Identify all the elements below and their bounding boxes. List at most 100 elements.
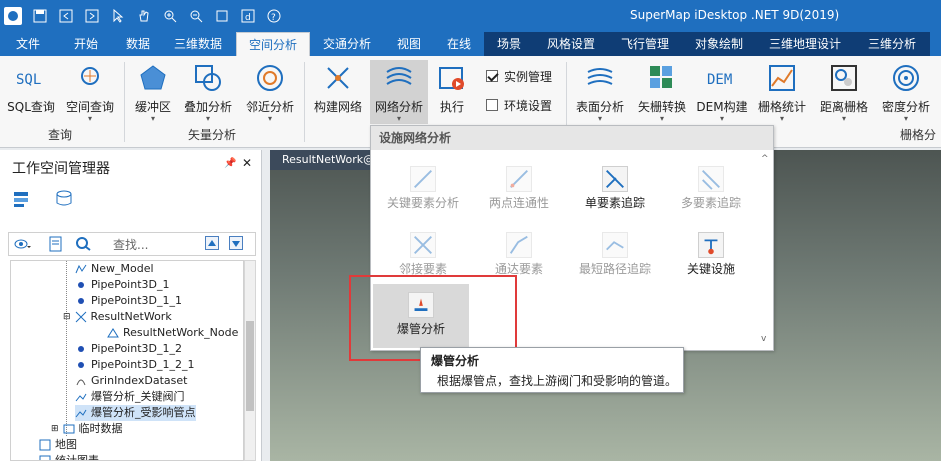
build-network-icon [327, 67, 349, 89]
tree-scrollbar[interactable] [244, 260, 256, 461]
point-dataset-icon [78, 282, 84, 288]
tab-flight[interactable]: 飞行管理 [608, 32, 682, 56]
tab-traffic-analysis[interactable]: 交通分析 [310, 32, 384, 56]
back-icon[interactable] [56, 6, 76, 26]
buffer-button[interactable]: 缓冲区 ▾ [130, 60, 176, 124]
tab-home[interactable]: 开始 [56, 32, 116, 56]
proximity-icon [257, 65, 283, 91]
workspace-tree: New_Model PipePoint3D_1 PipePoint3D_1_1 … [10, 260, 244, 461]
temp-data-icon [63, 424, 75, 434]
checkbox-checked-icon [486, 70, 498, 82]
tab-view[interactable]: 视图 [384, 32, 434, 56]
scrollbar-thumb[interactable] [246, 321, 254, 411]
pointer-icon[interactable] [108, 6, 128, 26]
collapse-icon[interactable]: ⊟ [63, 309, 71, 325]
tree-item[interactable]: PipePoint3D_1_2 [75, 341, 182, 357]
raster-statistics-button[interactable]: 栅格统计 ▾ [754, 60, 810, 124]
tab-style[interactable]: 风格设置 [534, 32, 608, 56]
window-title: SuperMap iDesktop .NET 9D(2019) [630, 8, 840, 22]
expand-icon[interactable]: ⊞ [51, 421, 59, 437]
tab-3d-design[interactable]: 三维地理设计 [756, 32, 854, 56]
chevron-down-icon: ▾ [659, 114, 664, 123]
zoom-out-icon[interactable] [186, 6, 206, 26]
network-analysis-icon [386, 67, 412, 85]
search-input[interactable]: 查找... [113, 236, 148, 253]
search-next-button[interactable] [229, 236, 243, 250]
pan-icon[interactable] [134, 6, 154, 26]
build-network-button[interactable]: 构建网络 [310, 60, 366, 124]
spatial-query-button[interactable]: 空间查询 ▾ [62, 60, 118, 124]
environment-settings-checkbox[interactable]: 环境设置 [486, 95, 552, 115]
proximity-analysis-button[interactable]: 邻近分析 ▾ [242, 60, 298, 124]
tree-item[interactable]: ⊟ ResultNetWork [63, 309, 172, 325]
shortest-path-icon [602, 232, 628, 258]
forward-icon[interactable] [82, 6, 102, 26]
layer-icon[interactable]: d [238, 6, 258, 26]
tree-item[interactable]: PipePoint3D_1 [75, 277, 169, 293]
dem-icon: DEM [707, 72, 732, 88]
database-icon[interactable] [54, 190, 74, 208]
distance-raster-button[interactable]: 距离栅格 ▾ [816, 60, 872, 124]
full-extent-icon[interactable] [212, 6, 232, 26]
tab-3d-data[interactable]: 三维数据 [160, 32, 236, 56]
workspace-toolbar: 查找... [8, 232, 256, 256]
tree-item[interactable]: GrinIndexDataset [75, 373, 187, 389]
dem-build-button[interactable]: DEM DEM构建 ▾ [696, 60, 748, 124]
workspace-tree-icon[interactable] [12, 190, 32, 208]
distance-raster-icon [831, 65, 857, 91]
menu-item-single-feature-trace[interactable]: 单要素追踪 [567, 158, 663, 212]
tree-item[interactable]: 爆管分析_关键阀门 [75, 389, 185, 405]
map-window-tab[interactable]: ResultNetWork@ [270, 150, 380, 170]
vector-raster-convert-button[interactable]: 矢栅转换 ▾ [632, 60, 692, 124]
network-analysis-button[interactable]: 网络分析 ▾ [370, 60, 428, 124]
title-bar: d ? SuperMap iDesktop .NET 9D(2019) [0, 0, 941, 32]
surface-analysis-button[interactable]: 表面分析 ▾ [572, 60, 628, 124]
tab-scene[interactable]: 场景 [484, 32, 534, 56]
chevron-down-icon: ▾ [267, 114, 272, 123]
svg-text:d: d [245, 13, 251, 23]
chevron-down-icon: ▾ [205, 114, 210, 123]
tab-online[interactable]: 在线 [434, 32, 484, 56]
tree-item[interactable]: 地图 [39, 437, 77, 453]
tree-item[interactable]: ⊞ 临时数据 [51, 421, 123, 437]
tree-item[interactable]: ResultNetWork_Node [107, 325, 238, 341]
tree-item-selected[interactable]: 爆管分析_受影响管点 [75, 405, 196, 421]
execute-button[interactable]: 执行 [432, 60, 472, 124]
tree-item[interactable]: 统计图表 [39, 453, 99, 460]
tree-item[interactable]: PipePoint3D_1_1 [75, 293, 182, 309]
pin-icon[interactable]: 📌 [224, 158, 236, 169]
overlay-analysis-button[interactable]: 叠加分析 ▾ [180, 60, 236, 124]
tab-data[interactable]: 数据 [116, 32, 160, 56]
tooltip-title: 爆管分析 [431, 354, 480, 368]
network-dataset-icon [75, 311, 86, 323]
chevron-down-icon: ▾ [903, 114, 908, 123]
help-icon[interactable]: ? [264, 6, 284, 26]
chevron-down-icon: ▾ [719, 114, 724, 123]
chevron-down-icon[interactable]: v [761, 334, 766, 344]
tree-item[interactable]: PipePoint3D_1_2_1 [75, 357, 194, 373]
menu-scrollbar[interactable]: ^ v [759, 154, 771, 344]
tab-object-draw[interactable]: 对象绘制 [682, 32, 756, 56]
instance-manage-checkbox[interactable]: 实例管理 [486, 66, 552, 86]
menu-item-adjacent-feature: 邻接要素 [375, 224, 471, 278]
density-analysis-button[interactable]: 密度分析 ▾ [878, 60, 934, 124]
tab-file[interactable]: 文件 [0, 32, 56, 56]
connectivity-icon [506, 166, 532, 192]
tab-spatial-analysis[interactable]: 空间分析 [236, 32, 310, 56]
search-icon[interactable] [75, 236, 93, 252]
raster-stats-icon [769, 65, 795, 91]
tree-guide-line [66, 261, 67, 436]
tab-3d-analysis[interactable]: 三维分析 [854, 32, 930, 56]
map-icon [39, 439, 51, 451]
save-icon[interactable] [30, 6, 50, 26]
search-previous-button[interactable] [205, 236, 219, 250]
document-icon[interactable] [47, 236, 65, 252]
close-icon[interactable]: ✕ [242, 156, 252, 170]
chevron-up-icon[interactable]: ^ [761, 154, 769, 164]
group-label-vector-analysis: 矢量分析 [188, 128, 237, 142]
menu-item-key-facility[interactable]: 关键设施 [663, 224, 759, 278]
sql-query-button[interactable]: SQL SQL查询 [6, 60, 56, 124]
tree-item[interactable]: New_Model [75, 261, 154, 277]
view-mode-icon[interactable] [13, 236, 31, 252]
zoom-in-icon[interactable] [160, 6, 180, 26]
